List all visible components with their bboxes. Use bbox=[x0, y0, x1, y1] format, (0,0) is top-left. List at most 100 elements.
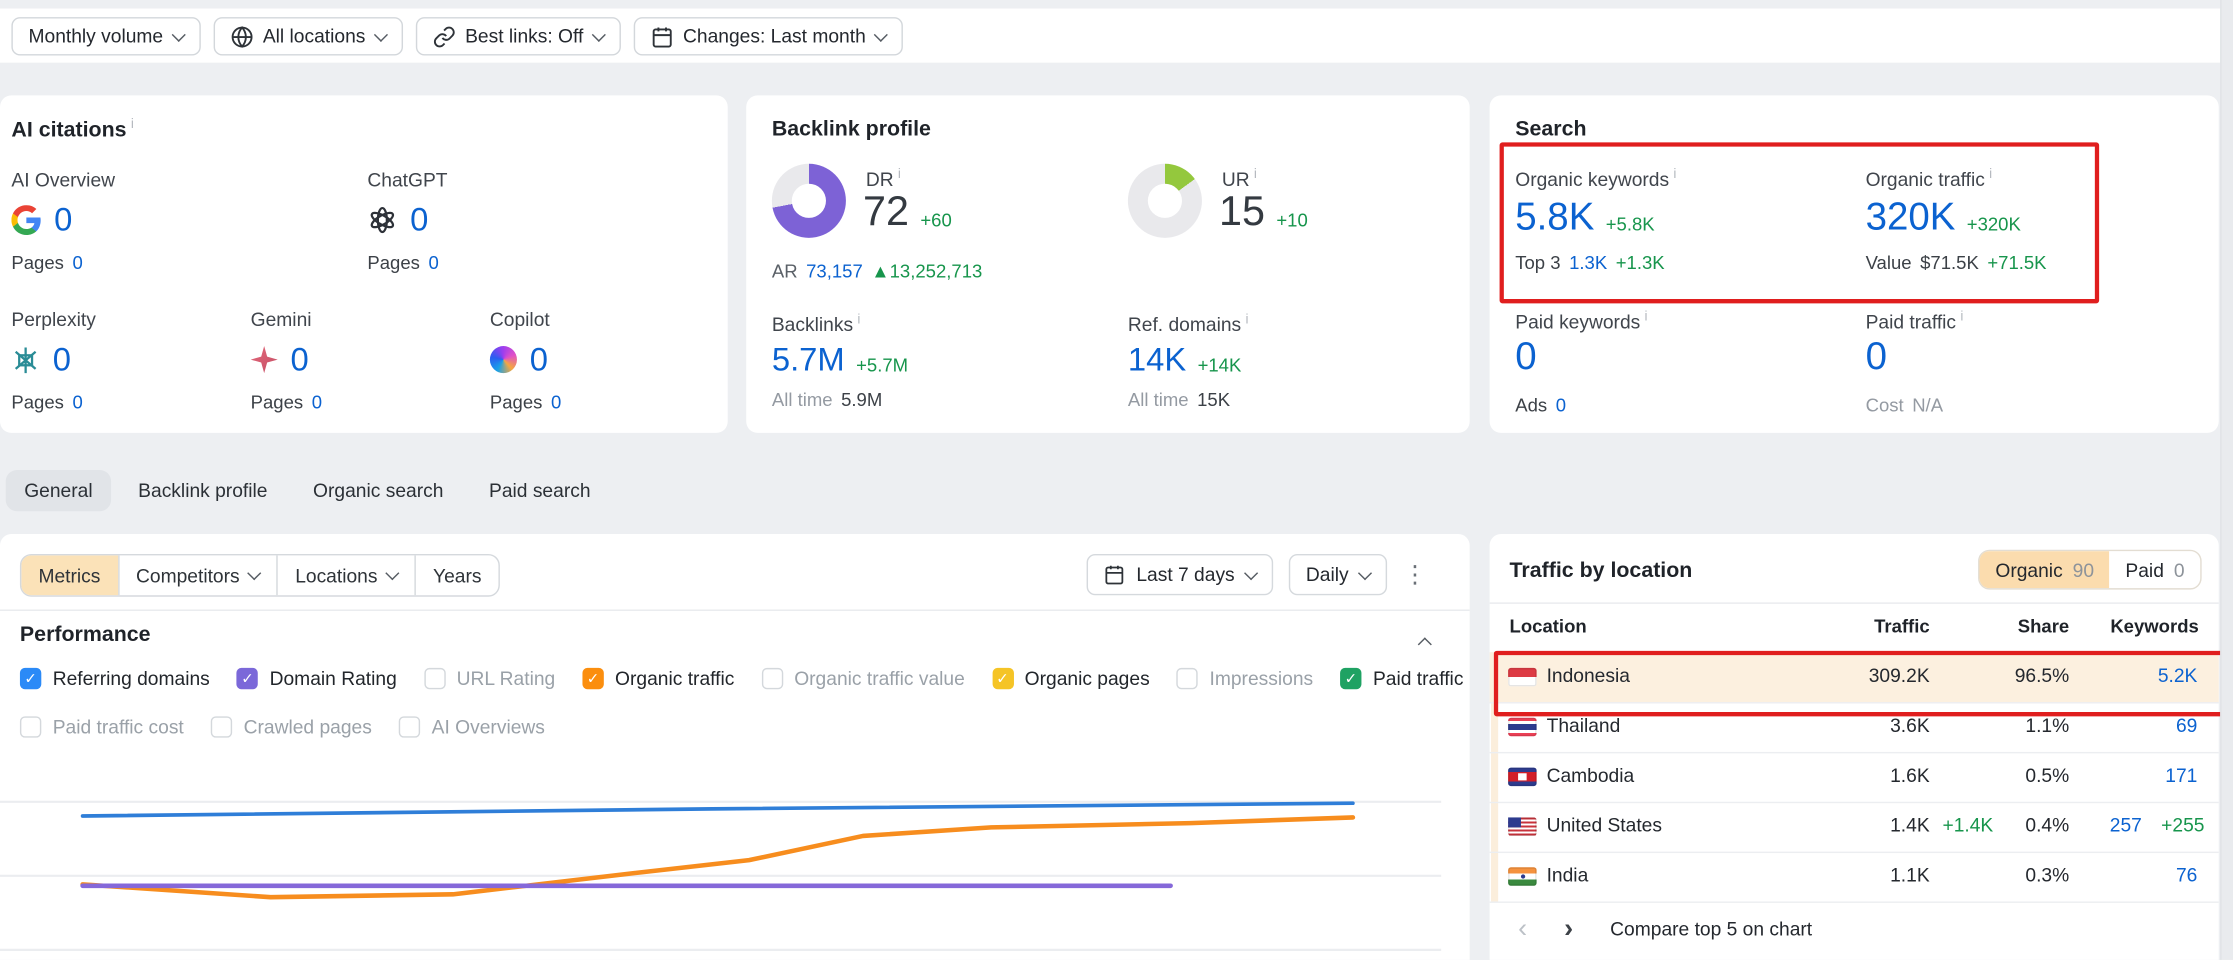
monthly-volume-dropdown[interactable]: Monthly volume bbox=[11, 17, 200, 55]
locations-filter-dropdown[interactable]: All locations bbox=[213, 17, 402, 55]
toggle-paid[interactable]: Paid0 bbox=[2110, 551, 2200, 588]
ref-domains-value-link[interactable]: 14K bbox=[1128, 340, 1186, 378]
ur-value: 15 bbox=[1219, 189, 1265, 236]
location-row-cambodia[interactable]: Cambodia 1.6K 0.5% 171 bbox=[1490, 752, 2219, 803]
perplexity-pages-link[interactable]: 0 bbox=[72, 392, 82, 413]
tab-general[interactable]: General bbox=[6, 470, 111, 511]
traffic-value: 1.6K bbox=[1890, 765, 1930, 786]
chevron-left-icon[interactable]: ‹ bbox=[1518, 916, 1527, 943]
ai-overview-count-link[interactable]: 0 bbox=[54, 201, 72, 239]
copilot-count-link[interactable]: 0 bbox=[530, 340, 548, 378]
scrollbar[interactable] bbox=[2220, 0, 2233, 960]
ar-rank-link[interactable]: 73,157 bbox=[806, 261, 863, 282]
info-icon[interactable]: i bbox=[1673, 167, 1676, 183]
granularity-label: Daily bbox=[1306, 564, 1349, 585]
segment-years[interactable]: Years bbox=[415, 555, 499, 595]
performance-chart[interactable] bbox=[0, 741, 1470, 960]
gemini-count-link[interactable]: 0 bbox=[291, 340, 309, 378]
info-icon[interactable]: i bbox=[1645, 309, 1648, 325]
ar-delta: 13,252,713 bbox=[890, 261, 983, 282]
info-icon[interactable]: i bbox=[857, 312, 860, 328]
organic-traffic-value-link[interactable]: 320K bbox=[1866, 195, 1956, 239]
ai-overview-pages-link[interactable]: 0 bbox=[72, 252, 82, 273]
indonesia-flag-icon bbox=[1508, 668, 1536, 687]
organic-keywords-value-link[interactable]: 5.8K bbox=[1515, 195, 1594, 239]
info-icon[interactable]: i bbox=[1254, 167, 1257, 183]
gemini-metric: Gemini 0 Pages0 bbox=[251, 309, 322, 413]
perplexity-count-link[interactable]: 0 bbox=[53, 340, 71, 378]
info-icon[interactable]: i bbox=[1989, 167, 1992, 183]
metric-checkbox-organic-traffic-value[interactable]: Organic traffic value bbox=[761, 668, 964, 689]
metric-toggles-row-2: Paid traffic cost Crawled pages AI Overv… bbox=[20, 716, 545, 737]
segment-metrics[interactable]: Metrics bbox=[21, 555, 117, 595]
best-links-dropdown[interactable]: Best links: Off bbox=[415, 17, 620, 55]
tab-organic-search[interactable]: Organic search bbox=[295, 470, 462, 511]
info-icon[interactable]: i bbox=[1245, 312, 1248, 328]
paid-keywords-value-link[interactable]: 0 bbox=[1515, 335, 1536, 379]
link-icon bbox=[432, 25, 455, 48]
chevron-down-icon bbox=[171, 27, 185, 41]
chatgpt-count-link[interactable]: 0 bbox=[410, 201, 428, 239]
metric-checkbox-paid-traffic[interactable]: Paid traffic bbox=[1340, 668, 1463, 689]
metric-checkbox-url-rating[interactable]: URL Rating bbox=[424, 668, 555, 689]
dr-value: 72 bbox=[863, 189, 909, 236]
tab-paid-search[interactable]: Paid search bbox=[470, 470, 609, 511]
performance-title: Performance bbox=[20, 622, 151, 646]
metric-checkbox-referring-domains[interactable]: Referring domains bbox=[20, 668, 210, 689]
changes-period-dropdown[interactable]: Changes: Last month bbox=[633, 17, 903, 55]
keywords-link[interactable]: 69 bbox=[2176, 715, 2197, 736]
share-value: 0.4% bbox=[2025, 815, 2069, 836]
metric-checkbox-organic-pages[interactable]: Organic pages bbox=[992, 668, 1150, 689]
location-row-united-states[interactable]: United States 1.4K +1.4K 0.4% 257 +255 bbox=[1490, 802, 2219, 853]
backlinks-value-link[interactable]: 5.7M bbox=[772, 340, 845, 378]
kebab-menu-icon[interactable]: ⋮ bbox=[1403, 563, 1427, 587]
organic-traffic-delta: +320K bbox=[1967, 214, 2021, 240]
location-name: India bbox=[1547, 864, 1589, 885]
chevron-right-icon[interactable]: › bbox=[1564, 916, 1573, 943]
ads-count-link[interactable]: 0 bbox=[1556, 394, 1566, 415]
paid-traffic-value-link[interactable]: 0 bbox=[1866, 335, 1887, 379]
metric-checkbox-domain-rating[interactable]: Domain Rating bbox=[237, 668, 397, 689]
google-icon bbox=[11, 205, 41, 235]
calendar-icon bbox=[650, 25, 673, 48]
copilot-pages-link[interactable]: 0 bbox=[551, 392, 561, 413]
location-row-thailand[interactable]: Thailand 3.6K 1.1% 69 bbox=[1490, 702, 2219, 753]
ref-domains-alltime: 15K bbox=[1197, 389, 1230, 410]
performance-card: Metrics Competitors Locations Years Last… bbox=[0, 534, 1470, 960]
tab-backlink-profile[interactable]: Backlink profile bbox=[120, 470, 286, 511]
traffic-value-delta: +71.5K bbox=[1987, 252, 2046, 273]
gemini-pages-link[interactable]: 0 bbox=[312, 392, 322, 413]
metric-checkbox-ai-overviews[interactable]: AI Overviews bbox=[399, 716, 545, 737]
calendar-icon bbox=[1104, 564, 1125, 585]
info-icon[interactable]: i bbox=[131, 117, 134, 133]
location-row-india[interactable]: India 1.1K 0.3% 76 bbox=[1490, 852, 2219, 903]
segment-competitors[interactable]: Competitors bbox=[117, 555, 276, 595]
keywords-link[interactable]: 171 bbox=[2165, 765, 2197, 786]
metric-checkbox-crawled-pages[interactable]: Crawled pages bbox=[211, 716, 372, 737]
location-row-indonesia[interactable]: Indonesia 309.2K 96.5% 5.2K bbox=[1490, 652, 2219, 703]
ai-citations-title: AI citationsi bbox=[11, 117, 133, 143]
keywords-link[interactable]: 76 bbox=[2176, 864, 2197, 885]
date-range-dropdown[interactable]: Last 7 days bbox=[1086, 554, 1273, 595]
info-icon[interactable]: i bbox=[898, 167, 901, 183]
metric-checkbox-paid-traffic-cost[interactable]: Paid traffic cost bbox=[20, 716, 184, 737]
info-icon[interactable]: i bbox=[1960, 309, 1963, 325]
search-title: Search bbox=[1515, 117, 1586, 141]
granularity-dropdown[interactable]: Daily bbox=[1289, 554, 1387, 595]
checkbox-unchecked-icon bbox=[424, 668, 445, 689]
dr-delta: +60 bbox=[920, 209, 951, 236]
metric-checkbox-impressions[interactable]: Impressions bbox=[1177, 668, 1313, 689]
segment-locations[interactable]: Locations bbox=[277, 555, 415, 595]
chatgpt-pages-link[interactable]: 0 bbox=[428, 252, 438, 273]
divider bbox=[1490, 602, 2219, 603]
keywords-link[interactable]: 257 bbox=[2110, 815, 2142, 836]
collapse-performance-icon[interactable] bbox=[1418, 637, 1432, 651]
compare-top5-button[interactable]: Compare top 5 on chart bbox=[1610, 919, 1812, 940]
ref-domains-delta: +14K bbox=[1198, 355, 1242, 379]
metric-checkbox-organic-traffic[interactable]: Organic traffic bbox=[582, 668, 734, 689]
toggle-organic[interactable]: Organic90 bbox=[1980, 551, 2110, 588]
copilot-metric: Copilot 0 Pages0 bbox=[490, 309, 561, 413]
keywords-link[interactable]: 5.2K bbox=[2158, 665, 2198, 686]
date-range-label: Last 7 days bbox=[1136, 564, 1234, 585]
top3-keywords-link[interactable]: 1.3K bbox=[1569, 252, 1607, 273]
